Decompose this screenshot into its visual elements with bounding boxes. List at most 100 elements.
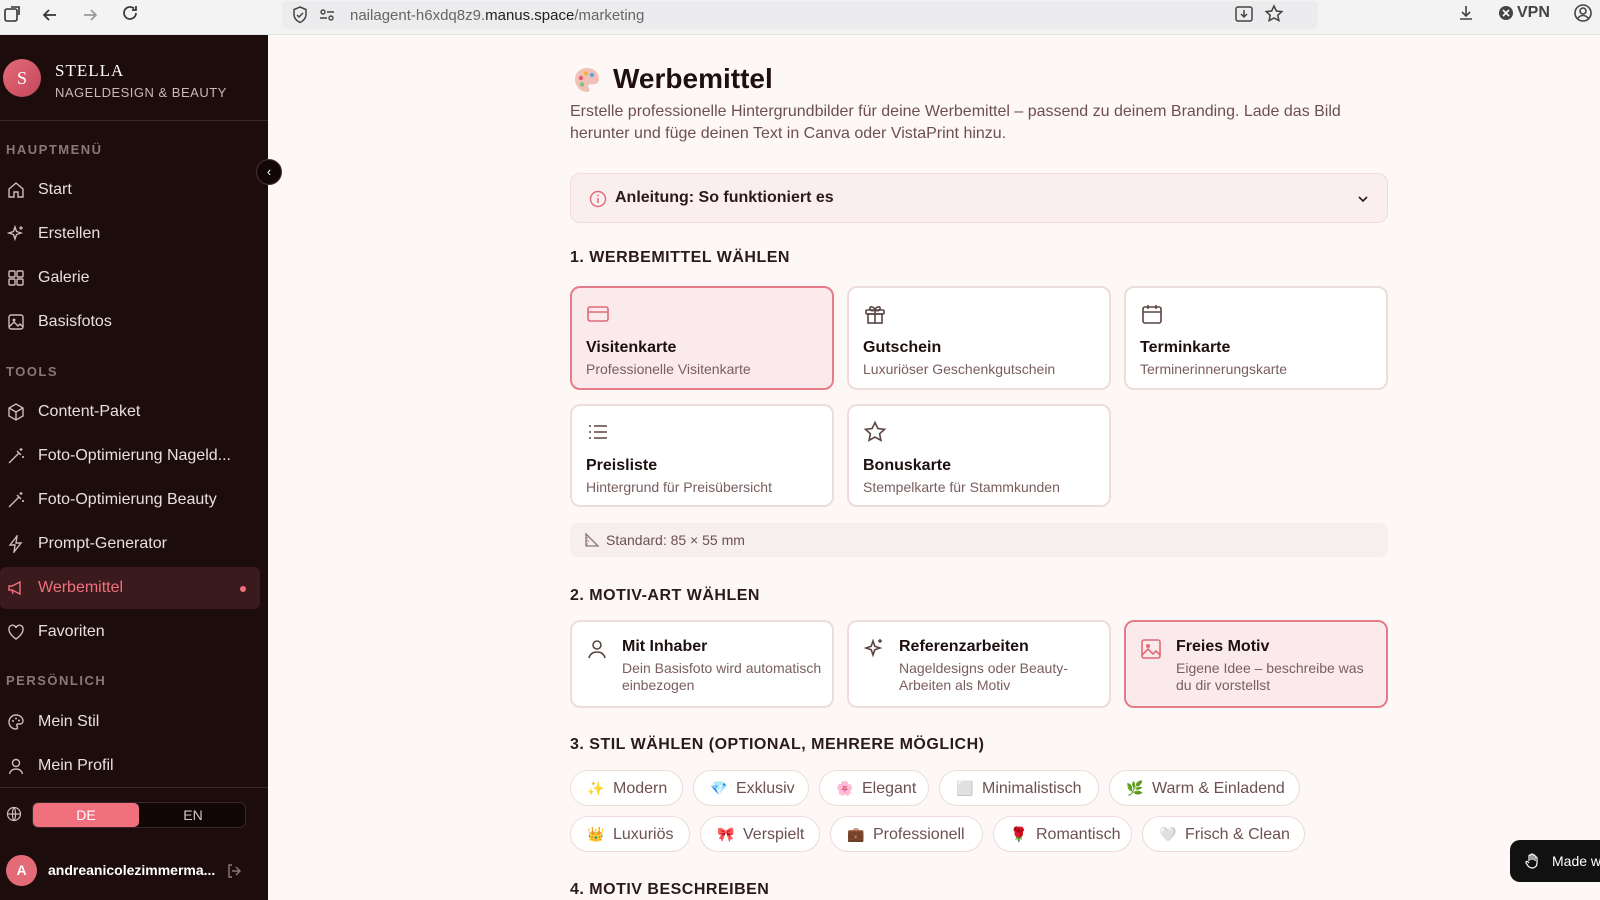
sparkles-icon [863, 638, 883, 658]
sidebar-item-label: Basisfotos [38, 313, 112, 330]
made-with-badge[interactable]: Made w [1510, 840, 1600, 882]
brand-name: STELLA [55, 61, 125, 80]
collapse-sidebar-button[interactable]: ‹ [256, 159, 282, 185]
hand-icon [1525, 853, 1538, 869]
style-chip-label: Elegant [862, 780, 917, 797]
style-chip-label: Warm & Einladend [1152, 780, 1285, 797]
step4-heading: 4. MOTIV BESCHREIBEN [570, 881, 770, 898]
star-icon [863, 420, 887, 442]
account-icon[interactable] [1573, 3, 1593, 23]
forward-icon[interactable] [80, 5, 100, 25]
style-chip-label: Professionell [873, 826, 965, 843]
bookmark-star-icon[interactable] [1264, 4, 1284, 24]
lang-en-button[interactable]: EN [141, 803, 245, 827]
list-icon [589, 425, 607, 439]
grid-icon [8, 270, 24, 286]
sidebar-item-favoriten[interactable]: Favoriten [0, 611, 260, 653]
product-card-bonuskarte[interactable]: Bonuskarte Stempelkarte für Stammkunden [847, 404, 1111, 507]
section-label-tools: TOOLS [6, 364, 59, 379]
ruler-icon [585, 532, 600, 547]
motif-card-mit-inhaber[interactable]: Mit Inhaber Dein Basisfoto wird automati… [570, 620, 834, 708]
motif-title: Mit Inhaber [622, 638, 708, 655]
style-chip-label: Modern [613, 780, 668, 797]
language-toggle: DE EN [32, 802, 246, 828]
style-chip-label: Frisch & Clean [1185, 826, 1290, 843]
motif-title: Referenzarbeiten [899, 638, 1029, 655]
back-icon[interactable] [40, 5, 60, 25]
product-title: Preisliste [586, 457, 658, 474]
style-chip-luxurioes[interactable]: 👑 Luxuriös [570, 816, 690, 852]
rose-icon: 🌹 [1010, 826, 1028, 842]
address-bar[interactable]: nailagent-h6xdq8z9.manus.space/marketing [282, 1, 1318, 29]
made-with-text: Made w [1552, 853, 1600, 869]
product-subtitle: Luxuriöser Geschenkgutschein [863, 361, 1056, 377]
motif-card-referenzarbeiten[interactable]: Referenzarbeiten Nageldesigns oder Beaut… [847, 620, 1111, 708]
instructions-accordion[interactable]: Anleitung: So funktioniert es [570, 173, 1388, 223]
sidebar-item-galerie[interactable]: Galerie [0, 257, 260, 299]
sidebar-item-werbemittel[interactable]: Werbemittel [0, 567, 260, 609]
style-chip-label: Exklusiv [736, 780, 795, 797]
magic-wand-icon [8, 492, 24, 508]
section-label-main: HAUPTMENÜ [6, 142, 103, 157]
style-chip-exklusiv[interactable]: 💎 Exklusiv [693, 770, 809, 806]
product-card-preisliste[interactable]: Preisliste Hintergrund für Preisübersich… [570, 404, 834, 507]
sidebar-item-foto-optimierung-beauty[interactable]: Foto-Optimierung Beauty [0, 479, 260, 521]
logout-icon[interactable] [226, 863, 242, 879]
style-chip-label: Minimalistisch [982, 780, 1082, 797]
sidebar-item-basisfotos[interactable]: Basisfotos [0, 301, 260, 343]
style-chip-label: Romantisch [1036, 826, 1121, 843]
shield-icon [293, 6, 307, 24]
product-card-gutschein[interactable]: Gutschein Luxuriöser Geschenkgutschein [847, 286, 1111, 390]
product-title: Visitenkarte [586, 339, 677, 356]
home-icon [8, 182, 24, 198]
sidebar-item-erstellen[interactable]: Erstellen [0, 213, 260, 255]
install-icon[interactable] [1234, 4, 1254, 24]
image-icon [1141, 639, 1161, 659]
product-card-visitenkarte[interactable]: Visitenkarte Professionelle Visitenkarte [570, 286, 834, 390]
style-chip-romantisch[interactable]: 🌹 Romantisch [993, 816, 1132, 852]
user-email: andreanicolezimmerma... [48, 862, 216, 878]
sidebar-item-label: Favoriten [38, 623, 105, 640]
style-chip-modern[interactable]: ✨ Modern [570, 770, 683, 806]
lang-de-button[interactable]: DE [33, 803, 139, 827]
sidebar-item-label: Prompt-Generator [38, 535, 167, 552]
sidebar-item-label: Mein Stil [38, 713, 100, 730]
sidebar-item-label: Content-Paket [38, 403, 141, 420]
motif-title: Freies Motiv [1176, 638, 1270, 655]
style-chip-professionell[interactable]: 💼 Professionell [830, 816, 983, 852]
package-icon [8, 403, 24, 421]
style-chip-frisch-clean[interactable]: 🤍 Frisch & Clean [1142, 816, 1305, 852]
sidebar-item-mein-stil[interactable]: Mein Stil [0, 701, 260, 743]
product-subtitle: Professionelle Visitenkarte [586, 361, 751, 377]
vpn-label[interactable]: VPN [1517, 4, 1550, 22]
sidebar-item-start[interactable]: Start [0, 169, 260, 211]
style-chip-warm-einladend[interactable]: 🌿 Warm & Einladend [1109, 770, 1300, 806]
tab-icon[interactable] [2, 4, 22, 24]
style-chip-minimalistisch[interactable]: ⬜ Minimalistisch [939, 770, 1099, 806]
product-card-terminkarte[interactable]: Terminkarte Terminerinnerungskarte [1124, 286, 1388, 390]
palette-icon [8, 714, 24, 730]
sidebar-item-label: Foto-Optimierung Beauty [38, 491, 217, 508]
style-chip-verspielt[interactable]: 🎀 Verspielt [700, 816, 820, 852]
user-account[interactable]: A andreanicolezimmerma... [0, 843, 268, 900]
motif-card-freies-motiv[interactable]: Freies Motiv Eigene Idee – beschreibe wa… [1124, 620, 1388, 708]
style-chip-elegant[interactable]: 🌸 Elegant [819, 770, 929, 806]
vpn-icon[interactable] [1498, 5, 1514, 21]
page-title: Werbemittel [613, 63, 773, 94]
sidebar-item-mein-profil[interactable]: Mein Profil [0, 745, 260, 787]
brand[interactable]: S STELLA NAGELDESIGN & BEAUTY [0, 35, 268, 121]
sidebar-item-label: Foto-Optimierung Nageld... [38, 447, 231, 464]
style-chip-label: Verspielt [743, 826, 805, 843]
briefcase-icon: 💼 [847, 826, 865, 842]
sidebar-item-foto-optimierung-nageldesign[interactable]: Foto-Optimierung Nageld... [0, 435, 260, 477]
downloads-icon[interactable] [1456, 3, 1476, 23]
motif-subtitle: Dein Basisfoto wird automatisch einbezog… [622, 660, 822, 693]
sidebar-item-content-paket[interactable]: Content-Paket [0, 391, 260, 433]
style-chip-label: Luxuriös [613, 826, 674, 843]
reload-icon[interactable] [120, 3, 140, 23]
image-icon [8, 314, 24, 330]
lightning-icon [8, 535, 23, 553]
site-settings-icon[interactable] [318, 6, 336, 24]
sidebar-item-prompt-generator[interactable]: Prompt-Generator [0, 523, 260, 565]
flower-icon: 🌸 [836, 780, 854, 796]
